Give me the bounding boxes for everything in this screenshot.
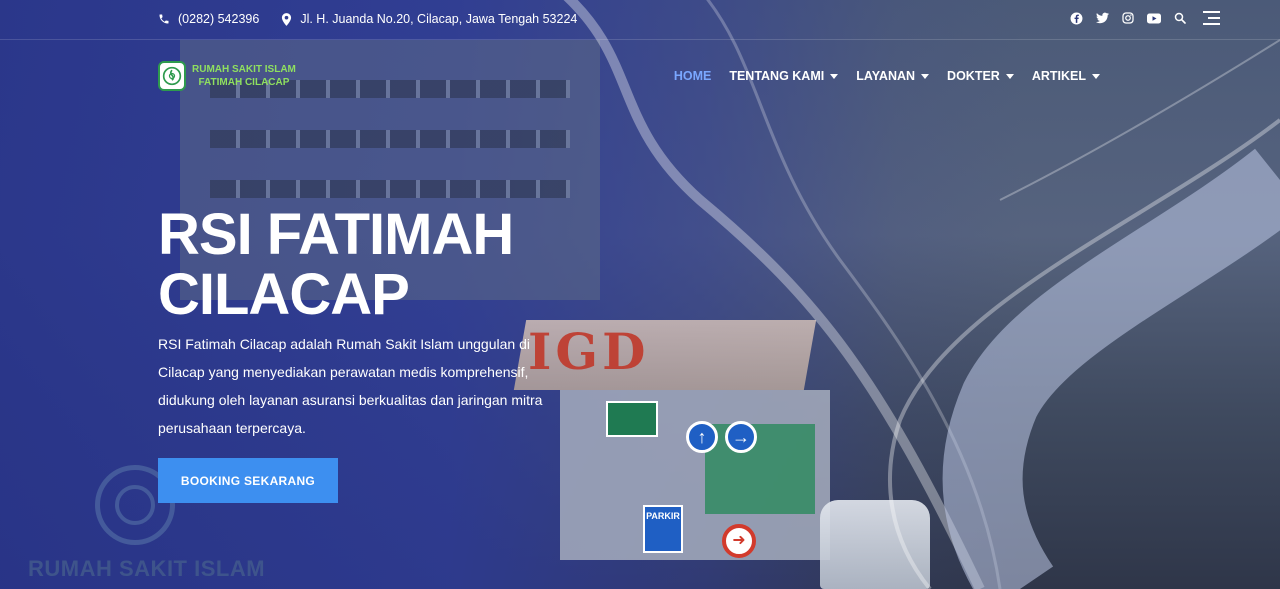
hero-title-line-2: CILACAP	[158, 262, 410, 327]
nav-item-dokter[interactable]: DOKTER	[947, 69, 1014, 83]
phone-number: (0282) 542396	[178, 12, 260, 26]
phone-contact[interactable]: (0282) 542396	[158, 12, 259, 26]
car	[820, 500, 930, 589]
logo-line-2: FATIMAH CILACAP	[198, 77, 290, 88]
chevron-down-icon	[830, 73, 839, 79]
topbar: (0282) 542396 Jl. H. Juanda No.20, Cilac…	[0, 0, 1280, 40]
address-contact[interactable]: Jl. H. Juanda No.20, Cilacap, Jawa Tenga…	[281, 12, 577, 26]
chevron-down-icon	[1005, 73, 1014, 79]
nav-item-artikel[interactable]: ARTIKEL	[1032, 69, 1100, 83]
arrow-right-sign-icon: →	[725, 421, 757, 453]
nav-label: LAYANAN	[856, 69, 916, 83]
chevron-down-icon	[1092, 73, 1100, 79]
logo-line-1: RUMAH SAKIT ISLAM	[192, 64, 296, 75]
hero-title: RSI FATIMAH CILACAP	[158, 202, 514, 327]
instagram-icon[interactable]	[1121, 11, 1135, 25]
booking-button[interactable]: BOOKING SEKARANG	[158, 458, 338, 503]
nav-item-home[interactable]: HOME	[674, 69, 712, 83]
chevron-down-icon	[921, 73, 930, 79]
nav-label: HOME	[673, 69, 712, 83]
map-pin-icon	[282, 12, 292, 26]
nav-label: DOKTER	[947, 69, 1000, 83]
hero-title-line-1: RSI FATIMAH	[158, 202, 514, 267]
menu-icon[interactable]	[1203, 11, 1220, 25]
nav-menu: HOME TENTANG KAMI LAYANAN DOKTER ARTIKEL	[674, 69, 1100, 83]
arrow-up-sign-icon: ↑	[686, 421, 718, 453]
logo-text: RUMAH SAKIT ISLAM FATIMAH CILACAP	[192, 63, 296, 89]
facebook-icon[interactable]	[1069, 11, 1083, 25]
site-logo[interactable]: RUMAH SAKIT ISLAM FATIMAH CILACAP	[158, 61, 296, 91]
direction-sign	[606, 401, 658, 437]
parkir-sign: PARKIR	[643, 505, 683, 553]
address-text: Jl. H. Juanda No.20, Cilacap, Jawa Tenga…	[300, 12, 578, 26]
no-entry-sign-icon: ➜	[722, 524, 756, 558]
search-icon[interactable]	[1173, 11, 1187, 25]
hero-description: RSI Fatimah Cilacap adalah Rumah Sakit I…	[158, 336, 543, 436]
nav-item-tentang-kami[interactable]: TENTANG KAMI	[729, 69, 839, 83]
social-links	[1069, 11, 1220, 25]
twitter-icon[interactable]	[1095, 11, 1109, 25]
contact-info: (0282) 542396 Jl. H. Juanda No.20, Cilac…	[158, 12, 577, 26]
hospital-logo-icon	[158, 61, 186, 91]
phone-icon	[159, 14, 169, 24]
nav-label: TENTANG KAMI	[729, 69, 825, 83]
nav-item-layanan[interactable]: LAYANAN	[856, 69, 930, 83]
youtube-icon[interactable]	[1147, 11, 1161, 25]
building-sign: RUMAH SAKIT ISLAM	[28, 556, 266, 581]
nav-label: ARTIKEL	[1031, 69, 1086, 83]
main-navbar: RUMAH SAKIT ISLAM FATIMAH CILACAP HOME T…	[0, 41, 1280, 113]
